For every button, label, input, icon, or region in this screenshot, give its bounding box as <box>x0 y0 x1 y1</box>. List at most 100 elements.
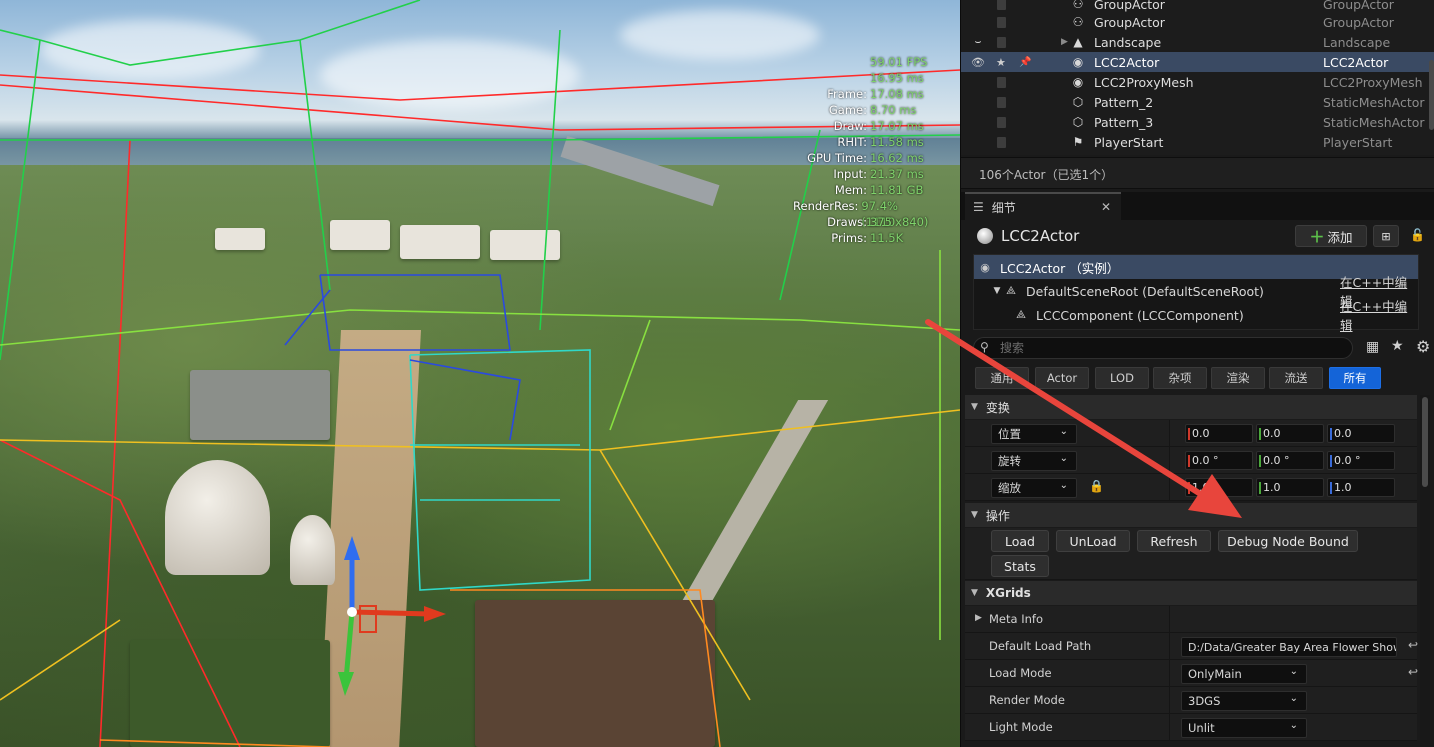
actor-icon: ◉ <box>1072 55 1084 69</box>
outliner-row-pattern-2[interactable]: ⬡ Pattern_2 StaticMeshActor <box>961 92 1434 112</box>
level-viewport[interactable]: 59.01 FPS 16.95 ms Frame: 17.08 ms Game: 8.70… <box>0 0 960 747</box>
stats-button[interactable]: Stats <box>991 555 1049 577</box>
bound-line-lime <box>609 319 651 431</box>
details-search[interactable]: ⚲ <box>973 337 1353 359</box>
expand-arrow-icon[interactable]: ▶ <box>975 613 982 623</box>
pin-icon[interactable]: 📌 <box>1019 57 1031 68</box>
render-mode-value: 3DGS <box>1188 694 1221 708</box>
load-mode-dropdown[interactable]: OnlyMain ⌄ <box>1181 664 1307 684</box>
debug-node-bound-button[interactable]: Debug Node Bound <box>1218 530 1358 552</box>
unload-button[interactable]: UnLoad <box>1056 530 1130 552</box>
chevron-down-icon: ⌄ <box>1289 720 1298 731</box>
bound-line-green <box>0 0 421 66</box>
search-icon: ⚲ <box>980 340 989 354</box>
section-transform[interactable]: ▼ 变换 <box>965 395 1417 419</box>
location-z-field[interactable]: 0.0 <box>1327 424 1395 443</box>
add-component-label: 添加 <box>1327 229 1353 245</box>
close-icon[interactable]: ✕ <box>1101 200 1111 214</box>
document-icon <box>997 36 1006 48</box>
stat-value: 21.37 ms <box>870 167 924 181</box>
column-divider <box>1169 606 1170 633</box>
outliner-row-playerstart[interactable]: ⚑ PlayerStart PlayerStart <box>961 132 1434 152</box>
component-lcc-label: LCCComponent (LCCComponent) <box>1036 307 1244 323</box>
lock-icon[interactable]: 🔓 <box>1410 228 1425 242</box>
outliner-row-lcc2actor[interactable]: 👁 ★ 📌 ◉ LCC2Actor LCC2Actor <box>961 52 1434 72</box>
location-y-field[interactable]: 0.0 <box>1256 424 1324 443</box>
filter-tab-lod[interactable]: LOD <box>1095 367 1149 389</box>
stat-row: RenderRes: 97.4% (1110x840) <box>760 198 960 229</box>
bound-line-green <box>0 39 41 361</box>
stat-value: 97.4% (1110x840) <box>861 199 929 229</box>
scale-mode-dropdown[interactable]: 缩放 ⌄ <box>991 478 1077 498</box>
add-component-button[interactable]: ＋ 添加 <box>1295 225 1367 247</box>
search-input[interactable] <box>1000 340 1340 356</box>
scale-x-field[interactable]: 1.0 <box>1185 478 1253 497</box>
bound-line-yellow <box>0 409 960 451</box>
filter-tab-misc[interactable]: 杂项 <box>1153 367 1207 389</box>
scale-y-field[interactable]: 1.0 <box>1256 478 1324 497</box>
eye-icon[interactable]: 👁 <box>971 56 985 69</box>
location-x-field[interactable]: 0.0 <box>1185 424 1253 443</box>
filter-tab-streaming[interactable]: 流送 <box>1269 367 1323 389</box>
section-actions[interactable]: ▼ 操作 <box>965 503 1417 527</box>
axis-x-marker <box>1188 455 1190 467</box>
axis-z-marker <box>1330 428 1332 440</box>
filter-tab-rendering[interactable]: 渲染 <box>1211 367 1265 389</box>
scale-z-field[interactable]: 1.0 <box>1327 478 1395 497</box>
outliner-row-type: GroupActor <box>1323 14 1394 30</box>
collapse-arrow-icon[interactable]: ▼ <box>990 284 1004 298</box>
column-divider <box>1169 714 1170 741</box>
filter-tab-actor[interactable]: Actor <box>1035 367 1089 389</box>
light-mode-dropdown[interactable]: Unlit ⌄ <box>1181 718 1307 738</box>
chevron-down-icon: ⌄ <box>1289 666 1298 677</box>
stat-row: GPU Time: 16.62 ms <box>760 150 960 166</box>
location-mode-dropdown[interactable]: 位置 ⌄ <box>991 424 1077 444</box>
section-xgrids[interactable]: ▼ XGrids <box>965 581 1417 605</box>
outliner-row-lcc2proxymesh[interactable]: ◉ LCC2ProxyMesh LCC2ProxyMesh <box>961 72 1434 92</box>
location-y-value: 0.0 <box>1263 427 1281 440</box>
grid-view-icon[interactable]: ▦ <box>1366 339 1379 355</box>
filter-tab-all[interactable]: 所有 <box>1329 367 1381 389</box>
rotation-x-field[interactable]: 0.0 ° <box>1185 451 1253 470</box>
component-row-lcc[interactable]: ⟁ LCCComponent (LCCComponent) 在C++中编辑 <box>974 299 1418 333</box>
rotation-mode-dropdown[interactable]: 旋转 ⌄ <box>991 451 1077 471</box>
expand-arrow-icon[interactable]: ▶ <box>1061 37 1068 47</box>
load-button[interactable]: Load <box>991 530 1049 552</box>
bound-line-lime <box>0 309 960 346</box>
location-label: 位置 <box>998 427 1021 441</box>
outliner-row-groupactor-2[interactable]: ⚇ GroupActor GroupActor <box>961 12 1434 32</box>
outliner-row-landscape[interactable]: ⌣ ▶ ▲ Landscape Landscape <box>961 32 1434 52</box>
bound-line-red <box>99 139 131 747</box>
gear-icon[interactable]: ⚙ <box>1416 337 1430 356</box>
blueprint-button[interactable]: ⊞ <box>1373 225 1399 247</box>
filter-tab-general[interactable]: 通用 <box>975 367 1029 389</box>
location-x-value: 0.0 <box>1192 427 1210 440</box>
bound-line-green <box>539 29 561 331</box>
outliner-row-pattern-3[interactable]: ⬡ Pattern_3 StaticMeshActor <box>961 112 1434 132</box>
prop-row-load-mode: Load Mode OnlyMain ⌄ ↩ <box>965 660 1418 687</box>
reset-arrow-icon[interactable]: ↩ <box>1408 638 1418 652</box>
edit-in-cpp-link[interactable]: 在C++中编辑 <box>1340 296 1418 334</box>
rotation-z-field[interactable]: 0.0 ° <box>1327 451 1395 470</box>
tab-details[interactable]: ☰ 细节 ✕ <box>965 192 1121 220</box>
favorites-star-icon[interactable]: ★ <box>1391 338 1404 354</box>
actor-icon <box>977 228 993 244</box>
stat-value: 16.62 ms <box>870 151 924 165</box>
refresh-button[interactable]: Refresh <box>1137 530 1211 552</box>
tab-details-label: 细节 <box>991 200 1016 215</box>
bound-line-yellow <box>0 619 121 701</box>
details-scrollbar[interactable] <box>1422 397 1428 487</box>
prop-row-meta-info[interactable]: ▶ Meta Info <box>965 606 1417 633</box>
component-instance-label: LCC2Actor （实例） <box>1000 260 1120 276</box>
star-icon[interactable]: ★ <box>996 56 1008 69</box>
lock-icon[interactable]: 🔒 <box>1089 479 1104 493</box>
reset-arrow-icon[interactable]: ↩ <box>1408 665 1418 679</box>
render-mode-dropdown[interactable]: 3DGS ⌄ <box>1181 691 1307 711</box>
stat-value: 11.81 GB <box>870 183 924 197</box>
rotation-y-field[interactable]: 0.0 ° <box>1256 451 1324 470</box>
actor-name-title[interactable]: LCC2Actor <box>1001 227 1079 245</box>
eye-closed-icon[interactable]: ⌣ <box>971 35 985 49</box>
collapse-arrow-icon: ▼ <box>971 588 978 598</box>
default-load-path-field[interactable]: D:/Data/Greater Bay Area Flower Show <box>1181 637 1397 657</box>
outliner-scrollbar[interactable] <box>1429 60 1434 130</box>
